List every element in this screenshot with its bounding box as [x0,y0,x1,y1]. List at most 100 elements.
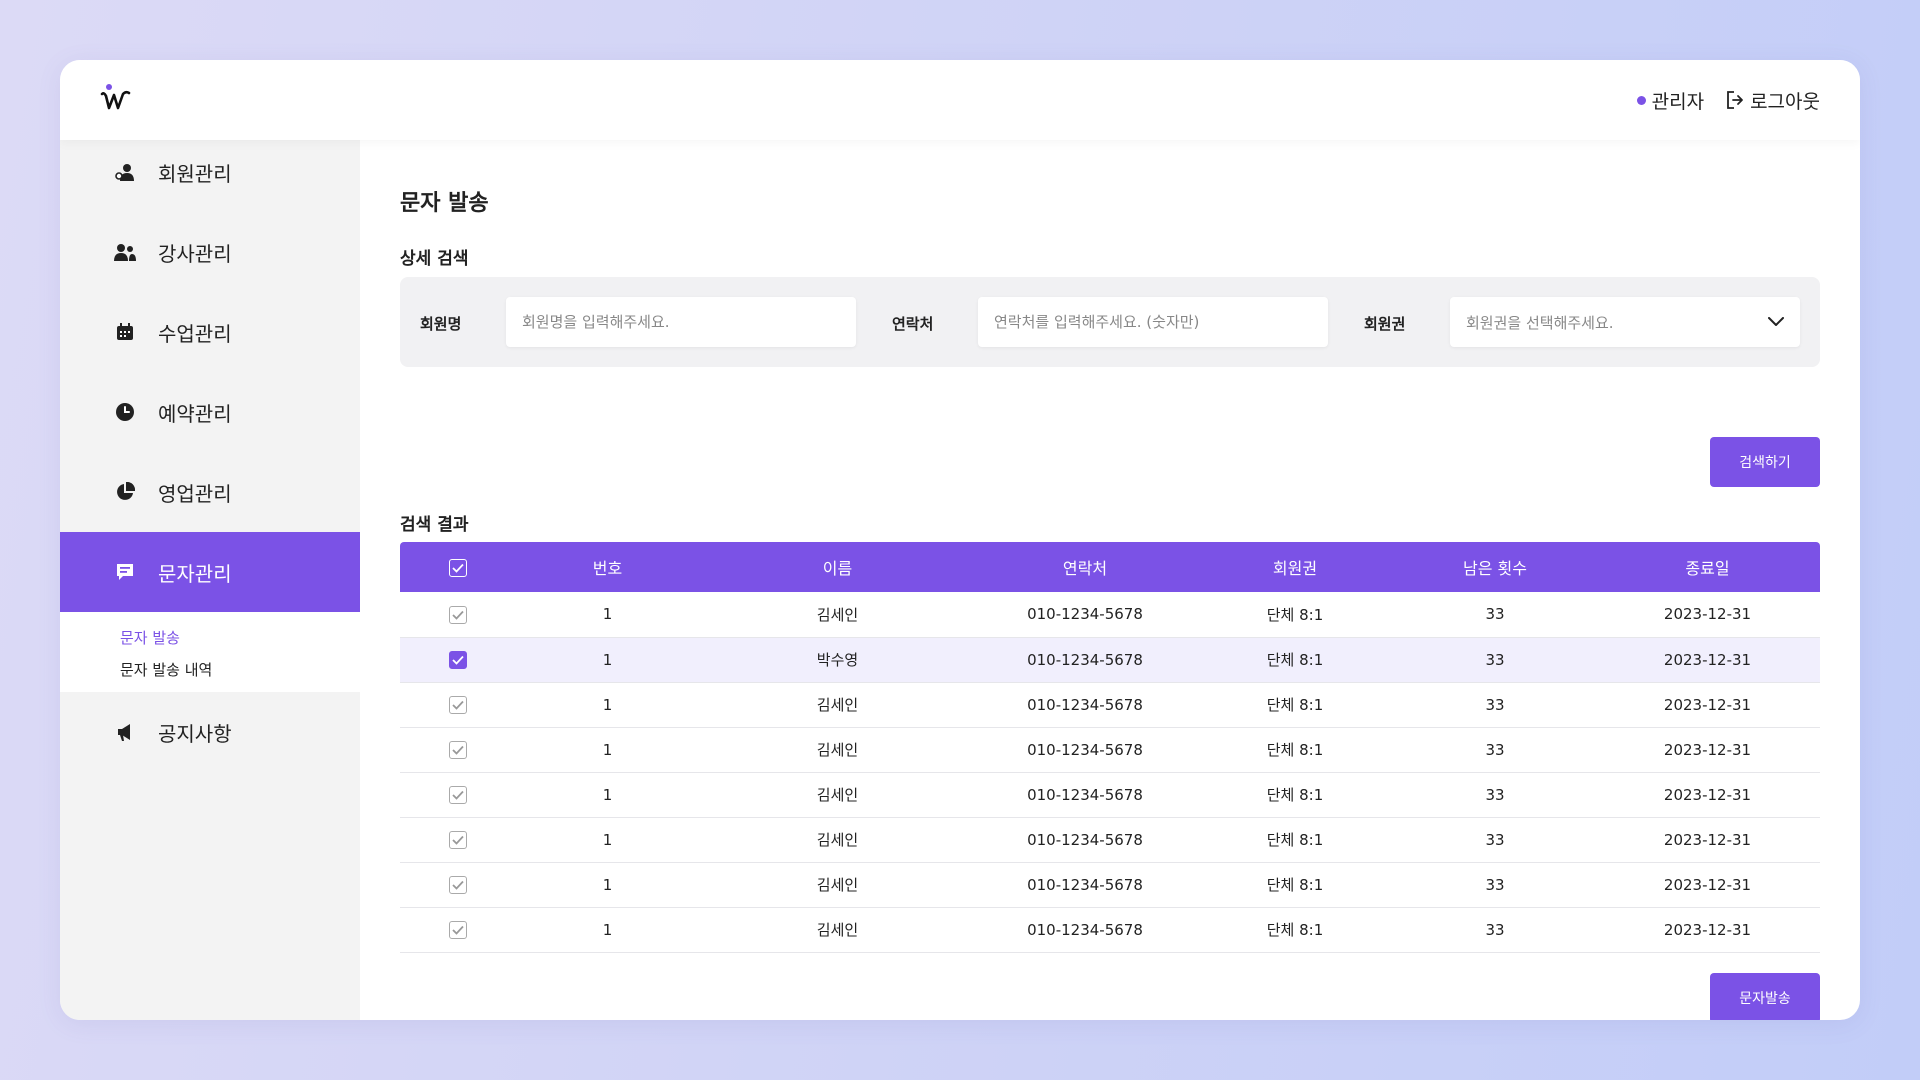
sidebar-item-messages[interactable]: 문자관리 [60,532,360,612]
member-name: 김세인 [816,741,859,759]
row-number: 1 [602,875,613,894]
row-checkbox[interactable] [448,830,467,849]
row-number: 1 [602,740,613,759]
table-row[interactable]: 1 김세인 010-1234-5678 단체 8:1 33 2023-12-31 [400,727,1820,772]
phone-number: 010-1234-5678 [1027,650,1143,669]
column-header: 종료일 [1685,559,1730,578]
check-icon [451,610,464,620]
remaining-count: 33 [1485,650,1505,669]
send-message-button[interactable]: 문자발송 [1710,973,1820,1020]
table-row[interactable]: 1 김세인 010-1234-5678 단체 8:1 33 2023-12-31 [400,682,1820,727]
membership-ticket: 단체 8:1 [1266,831,1324,849]
end-date: 2023-12-31 [1663,830,1752,849]
check-icon [451,745,464,755]
row-checkbox[interactable] [448,785,467,804]
table-row[interactable]: 1 김세인 010-1234-5678 단체 8:1 33 2023-12-31 [400,862,1820,907]
chevron-down-icon [1768,317,1784,326]
member-name: 김세인 [816,831,859,849]
row-checkbox[interactable] [448,650,467,669]
search-button[interactable]: 검색하기 [1710,437,1820,487]
phone-number: 010-1234-5678 [1027,785,1143,804]
row-number: 1 [602,650,613,669]
table-row[interactable]: 1 김세인 010-1234-5678 단체 8:1 33 2023-12-31 [400,772,1820,817]
phone-number: 010-1234-5678 [1027,875,1143,894]
sidebar-item-classes[interactable]: 수업관리 [60,292,360,372]
row-number: 1 [602,830,613,849]
status-dot [1636,95,1646,105]
row-number: 1 [602,920,613,939]
header-checkbox-cell [400,542,515,592]
megaphone-icon [114,721,136,743]
remaining-count: 33 [1485,740,1505,759]
row-checkbox-cell [400,817,515,862]
row-number: 1 [602,605,613,624]
member-name: 김세인 [816,876,859,894]
table-row[interactable]: 1 박수영 010-1234-5678 단체 8:1 33 2023-12-31 [400,637,1820,682]
top-bar: 관리자 로그아웃 [60,60,1860,140]
pie-chart-icon [114,481,136,503]
logo[interactable] [100,82,136,118]
row-checkbox-cell [400,772,515,817]
select-all-checkbox[interactable] [448,558,467,577]
page-title: 문자 발송 [400,191,489,216]
sidebar-item-label: 문자관리 [158,561,232,586]
app-window: 관리자 로그아웃 회원관리 강사관리 수업관리 예약관리 영업관리 문자관리 문… [60,60,1860,1020]
member-name: 김세인 [816,786,859,804]
sidebar-item-label: 수업관리 [158,321,232,346]
table-row[interactable]: 1 김세인 010-1234-5678 단체 8:1 33 2023-12-31 [400,907,1820,952]
submenu-send-history[interactable]: 문자 발송 내역 [120,654,360,686]
check-icon [451,655,464,665]
ticket-select[interactable]: 회원권을 선택해주세요. [1450,297,1800,347]
row-checkbox[interactable] [448,875,467,894]
phone-input[interactable] [978,297,1328,347]
membership-ticket: 단체 8:1 [1266,651,1324,669]
remaining-count: 33 [1485,875,1505,894]
ticket-label: 회원권 [1364,315,1406,333]
calendar-icon [114,321,136,343]
member-name-input[interactable] [506,297,856,347]
results-table: 번호 이름 연락처 회원권 남은 횟수 종료일 1 김세인 010-1234-567… [400,542,1820,953]
sidebar-item-instructors[interactable]: 강사관리 [60,212,360,292]
clock-icon [114,401,136,423]
check-icon [451,790,464,800]
sidebar-item-label: 영업관리 [158,481,232,506]
sidebar-item-notices[interactable]: 공지사항 [60,692,360,772]
row-checkbox-cell [400,637,515,682]
row-number: 1 [602,785,613,804]
row-checkbox[interactable] [448,695,467,714]
phone-label: 연락처 [892,315,934,333]
member-icon [114,161,136,183]
check-icon [451,700,464,710]
row-checkbox[interactable] [448,920,467,939]
results-section-title: 검색 결과 [400,515,469,535]
membership-ticket: 단체 8:1 [1266,741,1324,759]
row-checkbox[interactable] [448,605,467,624]
end-date: 2023-12-31 [1663,695,1752,714]
sidebar-item-reservations[interactable]: 예약관리 [60,372,360,452]
table-header-row: 번호 이름 연락처 회원권 남은 횟수 종료일 [400,542,1820,592]
submenu-send-message[interactable]: 문자 발송 [120,622,360,654]
table-row[interactable]: 1 김세인 010-1234-5678 단체 8:1 33 2023-12-31 [400,592,1820,637]
end-date: 2023-12-31 [1663,785,1752,804]
check-icon [451,925,464,935]
sidebar-item-members[interactable]: 회원관리 [60,132,360,212]
member-name: 김세인 [816,921,859,939]
search-panel: 회원명 연락처 회원권 회원권을 선택해주세요. [400,277,1820,367]
message-icon [114,561,136,583]
column-header: 이름 [822,559,853,578]
remaining-count: 33 [1485,695,1505,714]
logo-w-icon [100,90,131,110]
membership-ticket: 단체 8:1 [1266,786,1324,804]
column-header: 연락처 [1062,559,1108,578]
remaining-count: 33 [1485,785,1505,804]
admin-indicator: 관리자 [1636,87,1704,114]
table-row[interactable]: 1 김세인 010-1234-5678 단체 8:1 33 2023-12-31 [400,817,1820,862]
member-name: 박수영 [816,651,859,669]
phone-number: 010-1234-5678 [1027,830,1143,849]
member-name: 김세인 [816,605,859,624]
phone-number: 010-1234-5678 [1027,740,1143,759]
sidebar-item-sales[interactable]: 영업관리 [60,452,360,532]
logout-button[interactable]: 로그아웃 [1726,87,1820,114]
row-checkbox-cell [400,907,515,952]
row-checkbox[interactable] [448,740,467,759]
